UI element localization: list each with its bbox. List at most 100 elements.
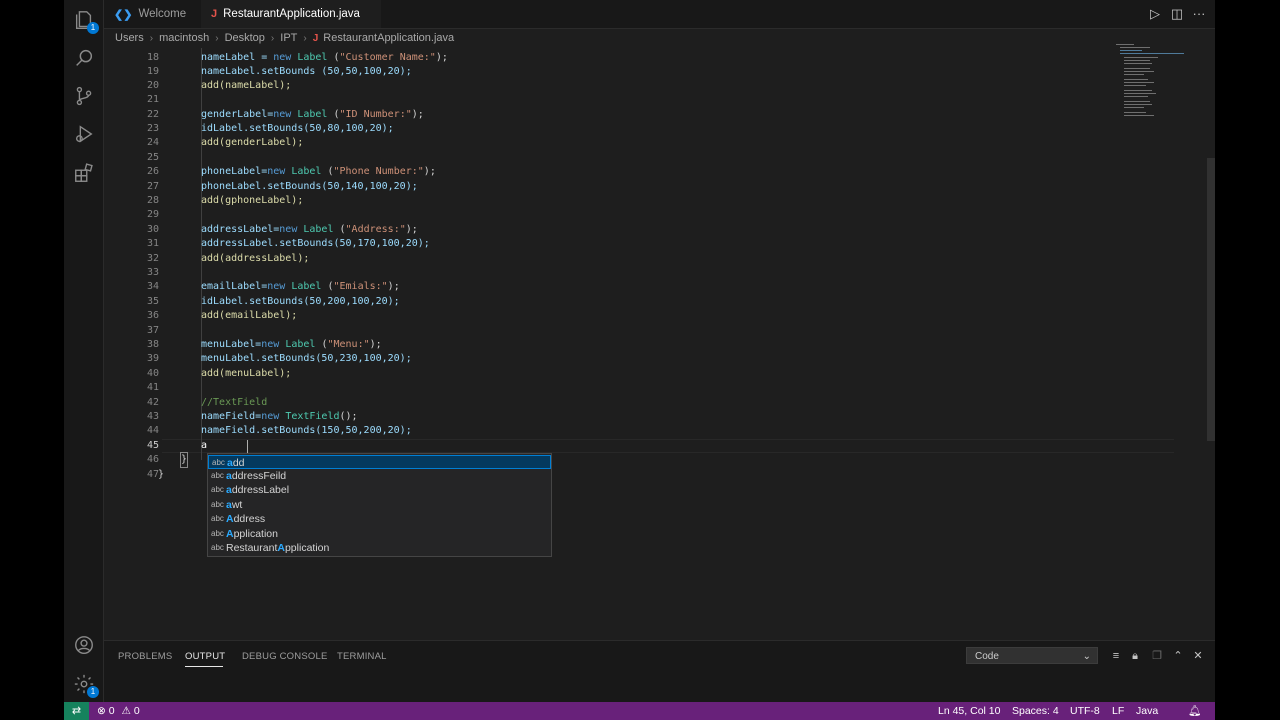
suggestion-item[interactable]: abc addressFeild xyxy=(208,469,551,483)
suggestion-item[interactable]: abc awt xyxy=(208,498,551,512)
remote-indicator-icon[interactable]: ⇄ xyxy=(64,702,89,720)
code-token: (); xyxy=(339,411,358,422)
code-line[interactable]: 27 phoneLabel.setBounds(50,140,100,20); xyxy=(104,180,1174,194)
encoding-status[interactable]: UTF-8 xyxy=(1070,702,1100,720)
code-token: phoneLabel= xyxy=(201,166,268,177)
tab-terminal[interactable]: TERMINAL xyxy=(337,651,387,662)
account-icon[interactable] xyxy=(73,634,95,656)
search-icon[interactable] xyxy=(73,47,95,69)
code-line[interactable]: 33 xyxy=(104,266,1174,280)
code-line[interactable]: 24 add(genderLabel); xyxy=(104,136,1174,150)
code-line[interactable]: 43 nameField=new TextField(); xyxy=(104,410,1174,424)
suggestion-item[interactable]: abc Application xyxy=(208,527,551,541)
suggestion-label: ddressLabel xyxy=(231,484,290,496)
code-text: nameField.setBounds(150,50,200,20); xyxy=(201,425,412,436)
line-number: 41 xyxy=(146,382,159,393)
line-number: 31 xyxy=(146,238,159,249)
eol-status[interactable]: LF xyxy=(1112,702,1124,720)
code-line[interactable]: 19 nameLabel.setBounds (50,50,100,20); xyxy=(104,65,1174,79)
code-line[interactable]: 37 xyxy=(104,324,1174,338)
source-control-icon[interactable] xyxy=(73,85,95,107)
close-icon[interactable]: ✕ xyxy=(1191,649,1205,663)
suggestion-item[interactable]: abc RestaurantApplication xyxy=(208,541,551,555)
gear-icon[interactable]: 1 xyxy=(73,673,99,698)
line-number: 44 xyxy=(146,425,159,436)
code-token: ( xyxy=(321,281,334,292)
line-number: 30 xyxy=(146,224,159,235)
suggestion-item[interactable]: abc Address xyxy=(208,512,551,526)
indentation-status[interactable]: Spaces: 4 xyxy=(1012,702,1059,720)
code-line[interactable]: 35 idLabel.setBounds(50,200,100,20); xyxy=(104,295,1174,309)
tab-output[interactable]: OUTPUT xyxy=(185,651,225,662)
code-line[interactable]: 29 xyxy=(104,208,1174,222)
code-line[interactable]: 21 xyxy=(104,93,1174,107)
code-line[interactable]: 32 add(addressLabel); xyxy=(104,252,1174,266)
code-line[interactable]: 30 addressLabel=new Label ("Address:"); xyxy=(104,223,1174,237)
code-line[interactable]: 26 phoneLabel=new Label ("Phone Number:")… xyxy=(104,165,1174,179)
code-token: "Menu:" xyxy=(327,339,370,350)
suggestion-item[interactable]: abc addressLabel xyxy=(208,483,551,497)
extensions-icon[interactable] xyxy=(73,162,95,184)
code-line[interactable]: 28 add(gphoneLabel); xyxy=(104,194,1174,208)
suggestion-item-add[interactable]: abc add xyxy=(208,455,551,469)
editor-scrollbar[interactable] xyxy=(1207,158,1215,441)
code-text: add(gphoneLabel); xyxy=(201,195,304,206)
activity-bar: 1 1 xyxy=(64,0,104,702)
tab-debug-console[interactable]: DEBUG CONSOLE xyxy=(242,651,327,662)
minimap[interactable] xyxy=(1116,44,1186,120)
cursor-position[interactable]: Ln 45, Col 10 xyxy=(938,702,1000,720)
code-line[interactable]: 41 xyxy=(104,381,1174,395)
code-line[interactable]: 38 menuLabel=new Label ("Menu:"); xyxy=(104,338,1174,352)
code-token: Label xyxy=(297,109,328,120)
maximize-panel-icon[interactable]: ⌃ xyxy=(1171,649,1185,663)
code-token: "Emials:" xyxy=(333,281,388,292)
suggestion-label: Restaurant xyxy=(226,542,278,554)
line-number: 38 xyxy=(146,339,159,350)
code-token: "Address:" xyxy=(345,224,406,235)
code-line[interactable]: 44 nameField.setBounds(150,50,200,20); xyxy=(104,424,1174,438)
code-token: ); xyxy=(369,339,382,350)
code-line[interactable]: 36 add(emailLabel); xyxy=(104,309,1174,323)
breadcrumb-item[interactable]: macintosh xyxy=(159,32,209,44)
copy-icon[interactable]: ❐ xyxy=(1150,649,1164,663)
tab-welcome[interactable]: ❮❯ Welcome xyxy=(104,0,200,28)
code-line[interactable]: 39 menuLabel.setBounds(50,230,100,20); xyxy=(104,352,1174,366)
breadcrumb-item[interactable]: RestaurantApplication.java xyxy=(323,32,454,44)
lock-icon[interactable]: 🔒︎ xyxy=(1128,649,1142,663)
breadcrumb-item[interactable]: Desktop xyxy=(225,32,265,44)
tab-problems[interactable]: PROBLEMS xyxy=(118,651,172,662)
code-line[interactable]: 34 emailLabel=new Label ("Emials:"); xyxy=(104,280,1174,294)
code-line[interactable]: 42 //TextField xyxy=(104,396,1174,410)
clear-output-icon[interactable]: ≡ xyxy=(1109,649,1123,663)
output-channel-select[interactable]: Code ⌄ xyxy=(966,647,1098,664)
text-kind-icon: abc xyxy=(211,485,224,494)
code-text: phoneLabel.setBounds(50,140,100,20); xyxy=(201,181,418,192)
problems-status[interactable]: ⊗ 0 ⚠ 0 xyxy=(97,702,140,720)
code-line[interactable]: 22 genderLabel=new Label ("ID Number:"); xyxy=(104,108,1174,122)
code-line[interactable]: 18 nameLabel = new Label ("Customer Name:… xyxy=(104,51,1174,65)
code-line[interactable]: 23 idLabel.setBounds(50,80,100,20); xyxy=(104,122,1174,136)
line-number: 24 xyxy=(146,137,159,148)
editor-tabs: ❮❯ Welcome J RestaurantApplication.java … xyxy=(104,0,1215,29)
run-icon[interactable]: ▷ xyxy=(1147,6,1163,22)
line-number: 20 xyxy=(146,80,159,91)
code-token: ( xyxy=(333,224,346,235)
breadcrumb-item[interactable]: IPT xyxy=(280,32,297,44)
code-line[interactable]: 31 addressLabel.setBounds(50,170,100,20); xyxy=(104,237,1174,251)
status-bar: ⇄ ⊗ 0 ⚠ 0 Ln 45, Col 10 Spaces: 4 UTF-8 … xyxy=(64,702,1215,720)
code-text: add(nameLabel); xyxy=(201,80,292,91)
breadcrumb-item[interactable]: Users xyxy=(115,32,144,44)
tab-restaurant-application[interactable]: J RestaurantApplication.java xyxy=(201,0,381,28)
code-line[interactable]: 25 xyxy=(104,151,1174,165)
run-debug-icon[interactable] xyxy=(73,123,95,145)
bell-icon[interactable]: 🔔︎ xyxy=(1188,702,1201,720)
code-line[interactable]: 40 add(menuLabel); xyxy=(104,367,1174,381)
code-line[interactable]: 20 add(nameLabel); xyxy=(104,79,1174,93)
more-actions-icon[interactable]: ··· xyxy=(1191,6,1207,22)
language-mode[interactable]: Java xyxy=(1136,702,1158,720)
tab-label: Welcome xyxy=(138,8,187,20)
code-token: TextField xyxy=(285,411,340,422)
code-line-current[interactable]: 45 a xyxy=(104,439,1174,453)
split-editor-icon[interactable]: ◫ xyxy=(1169,6,1185,22)
explorer-icon[interactable]: 1 xyxy=(73,9,99,34)
